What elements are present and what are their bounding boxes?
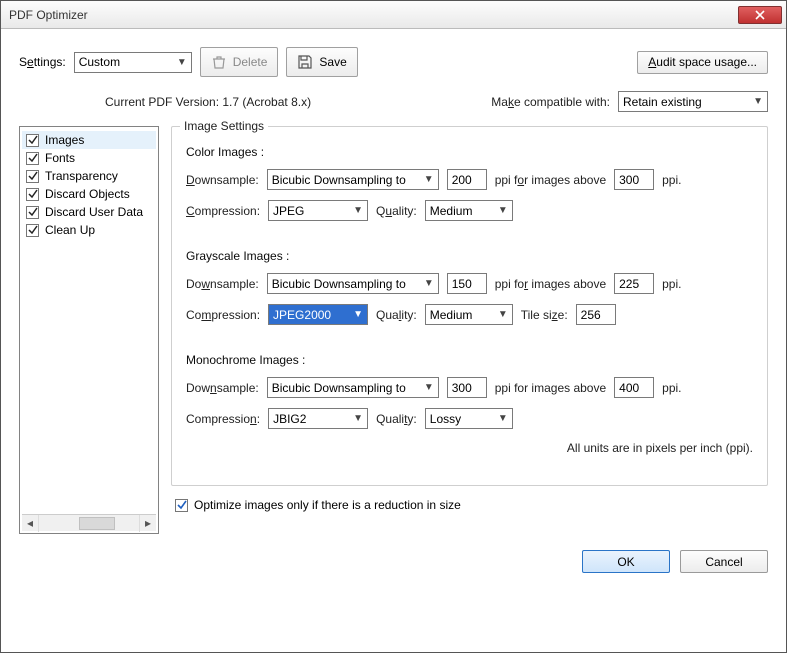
sidebar-item-label: Fonts	[45, 151, 75, 165]
sidebar-item-clean-up[interactable]: Clean Up	[22, 221, 156, 239]
chevron-down-icon: ▼	[353, 205, 363, 216]
floppy-icon	[297, 54, 313, 70]
mono-heading: Monochrome Images :	[186, 353, 753, 367]
scroll-left-icon[interactable]: ◂	[22, 515, 39, 532]
checkbox[interactable]	[26, 134, 39, 147]
scroll-thumb[interactable]	[79, 517, 115, 530]
sidebar-item-label: Discard User Data	[45, 205, 143, 219]
chevron-down-icon: ▼	[498, 309, 508, 320]
sidebar-item-transparency[interactable]: Transparency	[22, 167, 156, 185]
checkbox[interactable]	[26, 170, 39, 183]
delete-button[interactable]: Delete	[200, 47, 279, 77]
chevron-down-icon: ▼	[498, 413, 508, 424]
mono-ppi-input[interactable]	[447, 377, 487, 398]
chevron-down-icon: ▼	[753, 96, 763, 107]
mono-above-ppi-input[interactable]	[614, 377, 654, 398]
sidebar-item-label: Images	[45, 133, 84, 147]
compat-dropdown[interactable]: Retain existing ▼	[618, 91, 768, 112]
color-compression-label: Compression:	[186, 204, 260, 218]
checkbox[interactable]	[26, 224, 39, 237]
chevron-down-icon: ▼	[353, 309, 363, 320]
chevron-down-icon: ▼	[353, 413, 363, 424]
checkbox[interactable]	[26, 206, 39, 219]
sidebar-item-images[interactable]: Images	[22, 131, 156, 149]
category-list[interactable]: Images Fonts Transparency Discard Object…	[19, 126, 159, 534]
chevron-down-icon: ▼	[177, 57, 187, 68]
gray-above-ppi-input[interactable]	[614, 273, 654, 294]
units-note: All units are in pixels per inch (ppi).	[186, 441, 753, 455]
chevron-down-icon: ▼	[424, 382, 434, 393]
pdf-version-text: Current PDF Version: 1.7 (Acrobat 8.x)	[105, 95, 491, 109]
ppi-above-label: ppi for images above	[495, 173, 606, 187]
sidebar-item-label: Discard Objects	[45, 187, 130, 201]
titlebar: PDF Optimizer	[1, 1, 786, 29]
sidebar-item-label: Transparency	[45, 169, 118, 183]
scrollbar-horizontal[interactable]: ◂ ▸	[22, 514, 156, 531]
gray-compression-label: Compression:	[186, 308, 260, 322]
mono-compression-label: Compression:	[186, 412, 260, 426]
ok-button[interactable]: OK	[582, 550, 670, 573]
compat-value: Retain existing	[623, 95, 702, 109]
checkbox[interactable]	[26, 152, 39, 165]
gray-heading: Grayscale Images :	[186, 249, 753, 263]
color-downsample-dropdown[interactable]: Bicubic Downsampling to▼	[267, 169, 439, 190]
mono-quality-dropdown[interactable]: Lossy▼	[425, 408, 513, 429]
gray-ppi-input[interactable]	[447, 273, 487, 294]
chevron-down-icon: ▼	[498, 205, 508, 216]
window-title: PDF Optimizer	[9, 8, 738, 22]
mono-quality-label: Quality:	[376, 412, 417, 426]
audit-button[interactable]: Audit space usage...	[637, 51, 768, 74]
gray-tile-input[interactable]	[576, 304, 616, 325]
color-heading: Color Images :	[186, 145, 753, 159]
sidebar-item-discard-objects[interactable]: Discard Objects	[22, 185, 156, 203]
close-icon	[755, 10, 765, 20]
trash-icon	[211, 54, 227, 70]
chevron-down-icon: ▼	[424, 278, 434, 289]
checkbox[interactable]	[26, 188, 39, 201]
ppi-suffix: ppi.	[662, 277, 681, 291]
settings-dropdown[interactable]: Custom ▼	[74, 52, 192, 73]
color-compression-dropdown[interactable]: JPEG▼	[268, 200, 368, 221]
chevron-down-icon: ▼	[424, 174, 434, 185]
color-above-ppi-input[interactable]	[614, 169, 654, 190]
panel-legend: Image Settings	[180, 119, 268, 133]
optimize-checkbox[interactable]	[175, 499, 188, 512]
cancel-button[interactable]: Cancel	[680, 550, 768, 573]
compat-label: Make compatible with:	[491, 95, 610, 109]
mono-compression-dropdown[interactable]: JBIG2▼	[268, 408, 368, 429]
sidebar-item-discard-user-data[interactable]: Discard User Data	[22, 203, 156, 221]
mono-downsample-label: Downsample:	[186, 381, 259, 395]
gray-compression-dropdown[interactable]: JPEG2000▼	[268, 304, 368, 325]
mono-downsample-dropdown[interactable]: Bicubic Downsampling to▼	[267, 377, 439, 398]
image-settings-panel: Image Settings Color Images : Downsample…	[171, 126, 768, 486]
color-quality-label: Quality:	[376, 204, 417, 218]
gray-quality-dropdown[interactable]: Medium▼	[425, 304, 513, 325]
sidebar-item-label: Clean Up	[45, 223, 95, 237]
optimize-checkbox-label: Optimize images only if there is a reduc…	[194, 498, 461, 512]
color-quality-dropdown[interactable]: Medium▼	[425, 200, 513, 221]
ppi-suffix: ppi.	[662, 173, 681, 187]
tile-size-label: Tile size:	[521, 308, 568, 322]
color-downsample-label: Downsample:	[186, 173, 259, 187]
color-ppi-input[interactable]	[447, 169, 487, 190]
save-button[interactable]: Save	[286, 47, 357, 77]
close-button[interactable]	[738, 6, 782, 24]
gray-downsample-dropdown[interactable]: Bicubic Downsampling to▼	[267, 273, 439, 294]
ppi-suffix: ppi.	[662, 381, 681, 395]
scroll-right-icon[interactable]: ▸	[139, 515, 156, 532]
sidebar-item-fonts[interactable]: Fonts	[22, 149, 156, 167]
ppi-above-label: ppi for images above	[495, 381, 606, 395]
gray-quality-label: Quality:	[376, 308, 417, 322]
ppi-above-label: ppi for images above	[495, 277, 606, 291]
settings-value: Custom	[79, 55, 120, 69]
gray-downsample-label: Downsample:	[186, 277, 259, 291]
